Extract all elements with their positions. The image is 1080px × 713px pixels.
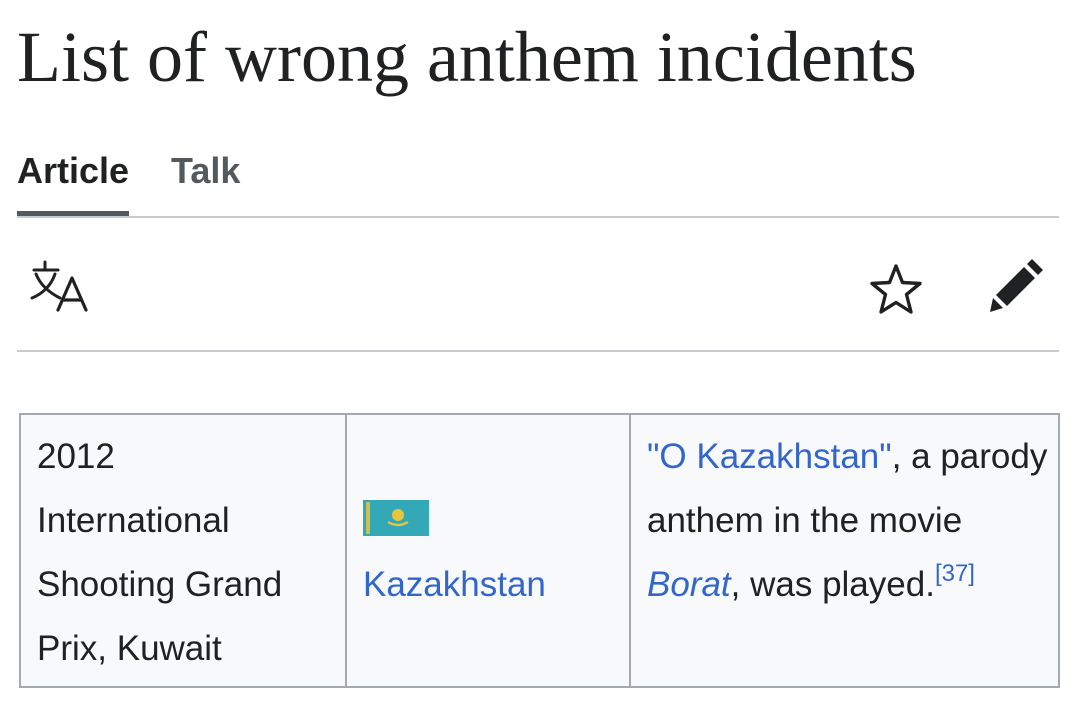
event-line: Shooting Grand <box>37 565 283 604</box>
tab-talk[interactable]: Talk <box>171 148 240 218</box>
country-cell: Kazakhstan <box>345 413 631 688</box>
pencil-icon[interactable] <box>986 258 1044 316</box>
event-cell: 2012 International Shooting Grand Prix, … <box>19 413 347 688</box>
event-line: International <box>37 501 230 540</box>
tab-article[interactable]: Article <box>17 148 130 218</box>
page-tabs: Article Talk <box>17 148 282 218</box>
toolbar-divider <box>17 350 1059 352</box>
event-line: Prix, Kuwait <box>37 629 222 668</box>
anthem-incidents-table: 2012 International Shooting Grand Prix, … <box>19 413 1060 688</box>
movie-link[interactable]: Borat <box>647 565 731 604</box>
translate-icon[interactable] <box>28 258 90 312</box>
reference-link[interactable]: [37] <box>935 560 975 587</box>
country-link[interactable]: Kazakhstan <box>363 565 546 604</box>
table-row: 2012 International Shooting Grand Prix, … <box>19 413 1060 688</box>
star-icon[interactable] <box>868 262 924 318</box>
description-text-end: , was played. <box>730 565 935 604</box>
kazakhstan-flag-icon[interactable] <box>363 500 429 536</box>
event-line: 2012 <box>37 437 115 476</box>
description-cell: "O Kazakhstan", a parody anthem in the m… <box>629 413 1060 688</box>
page-title: List of wrong anthem incidents <box>17 17 917 97</box>
tabs-divider <box>17 216 1059 218</box>
anthem-link[interactable]: "O Kazakhstan" <box>647 437 892 476</box>
